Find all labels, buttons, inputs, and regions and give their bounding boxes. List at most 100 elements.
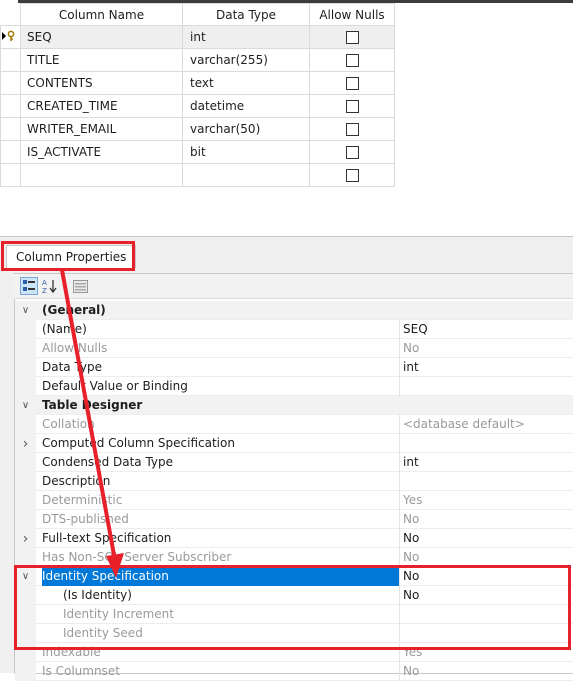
property-value[interactable] bbox=[399, 472, 573, 491]
allow-nulls-cell bbox=[309, 117, 395, 141]
row-selector[interactable] bbox=[0, 48, 21, 72]
property-value[interactable]: <database default> bbox=[399, 415, 573, 434]
property-name: Collation bbox=[42, 417, 95, 431]
column-name-cell[interactable]: TITLE bbox=[20, 48, 183, 72]
allow-nulls-checkbox[interactable] bbox=[345, 54, 359, 67]
data-type-cell[interactable]: varchar(255) bbox=[182, 48, 310, 72]
identity-highlight-box bbox=[14, 565, 571, 650]
allow-nulls-cell bbox=[309, 163, 395, 187]
allow-nulls-checkbox[interactable] bbox=[345, 146, 359, 159]
expand-chevron-icon[interactable]: › bbox=[15, 434, 36, 453]
allow-nulls-cell bbox=[309, 48, 395, 72]
allow-nulls-header[interactable]: Allow Nulls bbox=[309, 3, 395, 26]
data-type-header[interactable]: Data Type bbox=[182, 3, 310, 26]
property-name: Description bbox=[42, 474, 111, 488]
property-name: (General) bbox=[42, 303, 106, 317]
column-name-header[interactable]: Column Name bbox=[20, 3, 183, 26]
row-selector[interactable] bbox=[0, 71, 21, 95]
row-gutter bbox=[15, 339, 36, 358]
column-name-cell[interactable]: CONTENTS bbox=[20, 71, 183, 95]
row-selector[interactable] bbox=[0, 163, 21, 187]
property-name: Default Value or Binding bbox=[42, 379, 188, 393]
property-value[interactable]: No bbox=[399, 510, 573, 529]
svg-text:Z: Z bbox=[42, 287, 47, 294]
property-pages-icon[interactable] bbox=[71, 277, 89, 295]
property-row[interactable]: (Name) SEQ bbox=[15, 320, 573, 339]
property-row[interactable]: Allow Nulls No bbox=[15, 339, 573, 358]
property-row[interactable]: › Computed Column Specification bbox=[15, 434, 573, 453]
row-selector[interactable] bbox=[0, 25, 21, 49]
row-gutter bbox=[15, 491, 36, 510]
primary-key-icon bbox=[1, 30, 17, 45]
collapse-chevron-icon[interactable]: ∨ bbox=[15, 301, 36, 320]
allow-nulls-checkbox[interactable] bbox=[345, 100, 359, 113]
table-row[interactable]: CREATED_TIME datetime bbox=[0, 94, 395, 118]
property-value[interactable]: Yes bbox=[399, 491, 573, 510]
row-gutter bbox=[15, 453, 36, 472]
categorized-icon[interactable] bbox=[20, 277, 38, 295]
column-name-cell[interactable]: CREATED_TIME bbox=[20, 94, 183, 118]
property-row[interactable]: Description bbox=[15, 472, 573, 491]
allow-nulls-checkbox[interactable] bbox=[345, 77, 359, 90]
property-category[interactable]: ∨ Table Designer bbox=[15, 396, 573, 415]
property-row[interactable]: DTS-published No bbox=[15, 510, 573, 529]
data-type-cell[interactable]: varchar(50) bbox=[182, 117, 310, 141]
property-row[interactable]: Data Type int bbox=[15, 358, 573, 377]
data-type-cell[interactable]: text bbox=[182, 71, 310, 95]
property-value[interactable]: int bbox=[399, 358, 573, 377]
allow-nulls-cell bbox=[309, 71, 395, 95]
collapse-chevron-icon[interactable]: ∨ bbox=[15, 396, 36, 415]
property-category[interactable]: ∨ (General) bbox=[15, 301, 573, 320]
new-row[interactable] bbox=[0, 163, 395, 187]
property-name: Deterministic bbox=[42, 493, 123, 507]
property-name: Full-text Specification bbox=[42, 531, 172, 545]
property-name: Data Type bbox=[42, 360, 103, 374]
column-name-cell[interactable] bbox=[20, 163, 183, 187]
column-grid: Column Name Data Type Allow Nulls SEQ in… bbox=[0, 3, 395, 187]
row-gutter bbox=[15, 472, 36, 491]
row-gutter bbox=[15, 320, 36, 339]
row-gutter bbox=[15, 377, 36, 396]
data-type-cell[interactable]: int bbox=[182, 25, 310, 49]
row-selector[interactable] bbox=[0, 94, 21, 118]
property-value[interactable]: No bbox=[399, 339, 573, 358]
property-value[interactable]: SEQ bbox=[399, 320, 573, 339]
property-name: Allow Nulls bbox=[42, 341, 108, 355]
column-name-cell[interactable]: WRITER_EMAIL bbox=[20, 117, 183, 141]
row-selector[interactable] bbox=[0, 140, 21, 164]
data-type-cell[interactable] bbox=[182, 163, 310, 187]
property-row[interactable]: Default Value or Binding bbox=[15, 377, 573, 396]
allow-nulls-checkbox[interactable] bbox=[345, 123, 359, 136]
row-selector-header bbox=[0, 3, 21, 26]
table-row[interactable]: SEQ int bbox=[0, 25, 395, 49]
property-value[interactable] bbox=[399, 377, 573, 396]
table-row[interactable]: IS_ACTIVATE bit bbox=[0, 140, 395, 164]
allow-nulls-checkbox[interactable] bbox=[345, 169, 359, 182]
property-value[interactable]: int bbox=[399, 453, 573, 472]
property-name: Computed Column Specification bbox=[42, 436, 235, 450]
property-row[interactable]: Collation <database default> bbox=[15, 415, 573, 434]
data-type-cell[interactable]: bit bbox=[182, 140, 310, 164]
column-name-cell[interactable]: SEQ bbox=[20, 25, 183, 49]
row-selector[interactable] bbox=[0, 117, 21, 141]
table-row[interactable]: WRITER_EMAIL varchar(50) bbox=[0, 117, 395, 141]
property-row[interactable]: Condensed Data Type int bbox=[15, 453, 573, 472]
property-value[interactable] bbox=[399, 434, 573, 453]
column-name-cell[interactable]: IS_ACTIVATE bbox=[20, 140, 183, 164]
table-row[interactable]: TITLE varchar(255) bbox=[0, 48, 395, 72]
alphabetical-sort-icon[interactable]: AZ bbox=[41, 277, 59, 295]
expand-chevron-icon[interactable]: › bbox=[15, 529, 36, 548]
row-gutter bbox=[15, 358, 36, 377]
property-value[interactable]: No bbox=[399, 529, 573, 548]
property-row[interactable]: › Full-text Specification No bbox=[15, 529, 573, 548]
property-name: DTS-published bbox=[42, 512, 129, 526]
allow-nulls-cell bbox=[309, 94, 395, 118]
table-row[interactable]: CONTENTS text bbox=[0, 71, 395, 95]
data-type-cell[interactable]: datetime bbox=[182, 94, 310, 118]
property-row[interactable]: Deterministic Yes bbox=[15, 491, 573, 510]
allow-nulls-cell bbox=[309, 140, 395, 164]
allow-nulls-checkbox[interactable] bbox=[345, 31, 359, 44]
svg-text:A: A bbox=[42, 279, 47, 287]
property-name: Condensed Data Type bbox=[42, 455, 174, 469]
allow-nulls-cell bbox=[309, 25, 395, 49]
